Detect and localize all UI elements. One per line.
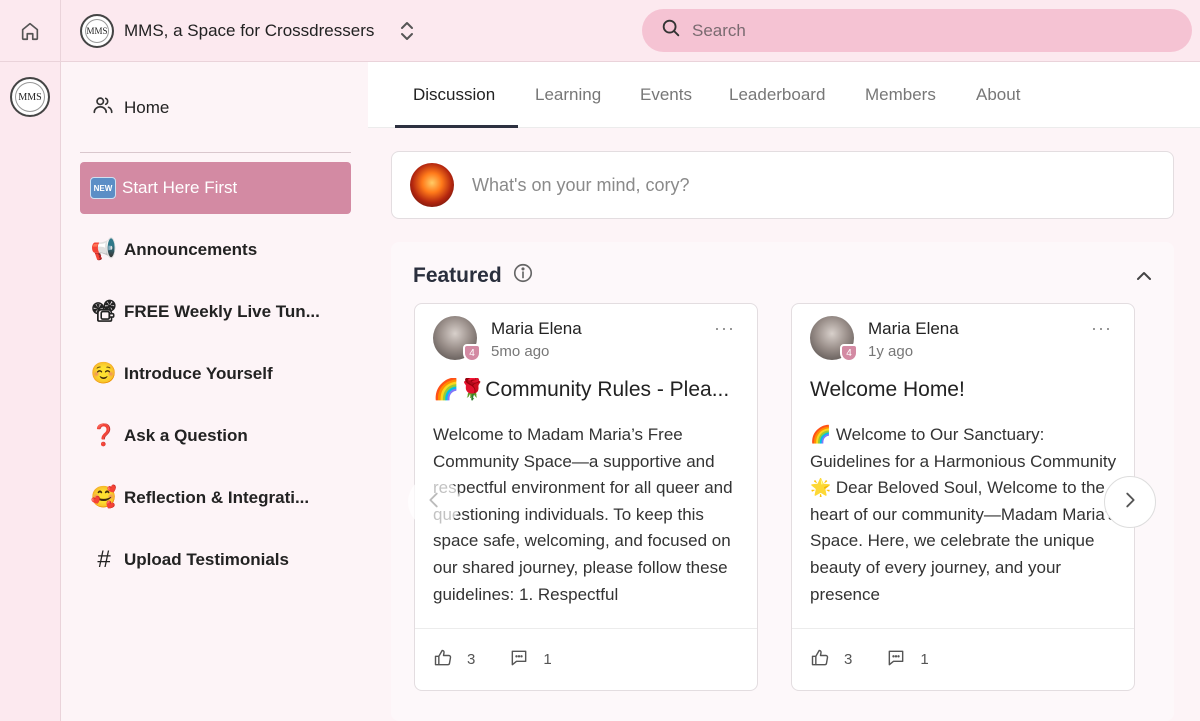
featured-post-card[interactable]: 4 Maria Elena 5mo ago ··· 🌈🌹Community Ru… [414,303,758,691]
sidebar-item-reflection-integration[interactable]: 🥰 Reflection & Integrati... [80,472,351,524]
thumbs-up-icon [810,648,830,672]
post-footer: 3 1 [792,628,1134,690]
sidebar-item-label: Upload Testimonials [124,550,289,569]
author-name[interactable]: Maria Elena [491,319,582,339]
carousel-next-button[interactable] [1104,476,1156,528]
community-switcher[interactable]: MMS MMS, a Space for Crossdressers [80,12,416,50]
like-button[interactable]: 3 [433,648,475,672]
sidebar-item-home[interactable]: Home [92,94,169,121]
tab-events[interactable]: Events [640,62,692,128]
community-logo: MMS [80,14,114,48]
featured-heading: Featured [413,262,534,290]
post-footer: 3 1 [415,628,757,690]
post-title[interactable]: 🌈🌹Community Rules - Plea... [433,378,743,402]
like-button[interactable]: 3 [810,648,852,672]
info-icon[interactable] [512,262,534,290]
sidebar-item-introduce-yourself[interactable]: ☺️ Introduce Yourself [80,348,351,400]
like-count: 3 [467,651,476,668]
sidebar-item-label: Introduce Yourself [124,364,273,383]
comment-button[interactable]: 1 [509,648,552,672]
more-options-icon[interactable]: ··· [1091,318,1112,339]
post-excerpt: Welcome to Madam Maria’s Free Community … [433,425,733,604]
post-title[interactable]: Welcome Home! [810,378,1120,402]
tab-members[interactable]: Members [865,62,936,128]
sidebar-item-label: Start Here First [122,178,238,197]
comment-count: 1 [543,651,552,668]
sidebar-item-upload-testimonials[interactable]: # Upload Testimonials [80,534,351,586]
active-tab-indicator [395,125,518,128]
chevron-right-icon [1119,489,1141,516]
tab-learning[interactable]: Learning [535,62,601,128]
people-icon [92,94,114,121]
tab-bar: Discussion Learning Events Leaderboard M… [368,62,1200,128]
sidebar-item-announcements[interactable]: 📢 Announcements [80,224,351,276]
tab-discussion[interactable]: Discussion [413,62,495,128]
community-rail: MMS [0,62,61,721]
sidebar-home-label: Home [124,97,170,117]
top-bar: MMS MMS, a Space for Crossdressers [0,0,1200,62]
featured-title: Featured [413,264,502,287]
post-author: 4 Maria Elena 5mo ago [433,316,582,362]
sidebar-item-weekly-live[interactable]: 📽 FREE Weekly Live Tun... [80,286,351,338]
post-time: 5mo ago [491,343,550,360]
sidebar-item-start-here-first[interactable]: NEW Start Here First [80,162,351,214]
comment-icon [509,648,529,672]
author-name[interactable]: Maria Elena [868,319,959,339]
post-author: 4 Maria Elena 1y ago [810,316,959,362]
tab-about[interactable]: About [976,62,1020,128]
more-options-icon[interactable]: ··· [714,318,735,339]
sidebar: Home NEW Start Here First 📢 Announcement… [62,62,368,721]
like-count: 3 [844,651,853,668]
tab-leaderboard[interactable]: Leaderboard [729,62,825,128]
main-content: Discussion Learning Events Leaderboard M… [368,62,1200,721]
megaphone-icon: 📢 [90,238,118,261]
sidebar-item-label: FREE Weekly Live Tun... [124,302,320,321]
comment-button[interactable]: 1 [886,648,929,672]
chevron-up-icon[interactable] [1132,264,1156,288]
author-avatar[interactable]: 4 [810,316,858,362]
comment-icon [886,648,906,672]
post-excerpt: 🌈 Welcome to Our Sanctuary: Guidelines f… [810,425,1117,604]
level-badge: 4 [840,344,858,362]
sidebar-divider [80,152,351,153]
comment-count: 1 [920,651,929,668]
new-badge-icon: NEW [90,177,116,199]
post-composer[interactable]: What's on your mind, cory? [391,151,1174,219]
level-badge: 4 [463,344,481,362]
sidebar-item-label: Ask a Question [124,426,248,445]
home-icon[interactable] [0,0,61,62]
video-camera-icon: 📽 [90,300,118,323]
chevron-up-down-icon[interactable] [398,19,416,43]
chevron-left-icon [423,489,445,516]
community-name: MMS, a Space for Crossdressers [124,21,375,40]
composer-placeholder[interactable]: What's on your mind, cory? [472,175,690,196]
user-avatar [410,163,454,207]
thumbs-up-icon [433,648,453,672]
featured-section: Featured 4 Maria Elena 5mo ago ··· 🌈🌹Com… [391,242,1174,721]
smiling-face-icon: ☺️ [90,362,118,385]
search-bar[interactable] [642,9,1192,52]
featured-post-card[interactable]: 4 Maria Elena 1y ago ··· Welcome Home! 🌈… [791,303,1135,691]
sidebar-item-label: Announcements [124,240,258,259]
hashtag-lock-icon: # [97,546,111,573]
carousel-prev-button[interactable] [408,476,460,528]
question-mark-icon: ❓ [90,424,118,447]
sidebar-item-ask-a-question[interactable]: ❓ Ask a Question [80,410,351,462]
author-avatar[interactable]: 4 [433,316,481,362]
smiling-hearts-face-icon: 🥰 [90,486,118,509]
rail-community-logo[interactable]: MMS [10,77,50,117]
sidebar-item-label: Reflection & Integrati... [124,488,310,507]
post-time: 1y ago [868,343,914,360]
search-input[interactable] [692,20,1132,41]
search-icon [660,17,682,44]
